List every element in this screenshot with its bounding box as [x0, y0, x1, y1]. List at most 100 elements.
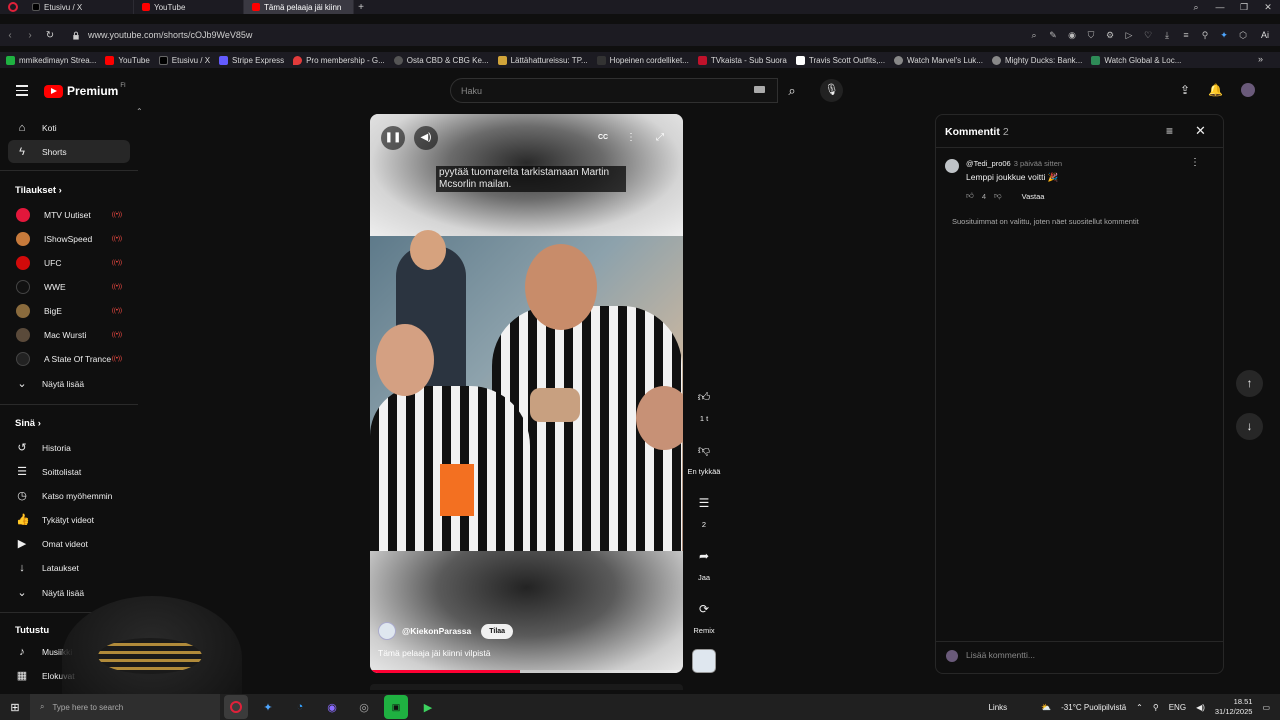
ai-button[interactable]: Ai — [1256, 29, 1274, 41]
chat-app-taskbar-icon[interactable]: ▣ — [384, 695, 408, 719]
sidebar-item-channel[interactable]: IShowSpeed ((•)) — [8, 227, 130, 250]
links-toolbar[interactable]: Links — [988, 703, 1007, 712]
heart-icon[interactable]: ♡ — [1142, 29, 1154, 41]
video-progress-bar[interactable] — [370, 670, 683, 673]
shorts-video-player[interactable]: ❚❚ ◀) CC ⋮ ⤢ pyytää tuomareita tarkistam… — [370, 114, 683, 673]
copilot-taskbar-icon[interactable]: ✦ — [256, 695, 280, 719]
sidebar-item-channel[interactable]: UFC ((•)) — [8, 251, 130, 274]
search-input[interactable]: Haku — [450, 78, 778, 103]
maximize-button[interactable]: ❐ — [1232, 0, 1256, 14]
close-icon[interactable]: ✕ — [1195, 123, 1206, 139]
show-more-you[interactable]: ⌄ Näytä lisää — [8, 581, 130, 604]
next-short-button[interactable]: ↓ — [1236, 413, 1263, 440]
video-title[interactable]: Tämä pelaaja jäi kiinni vilpistä — [378, 648, 490, 658]
search-icon[interactable]: ⌕ — [1028, 29, 1040, 41]
bookmarks-overflow-icon[interactable]: » — [1258, 54, 1263, 64]
reply-button[interactable]: Vastaa — [1022, 192, 1045, 201]
keyboard-icon[interactable] — [754, 86, 765, 93]
reload-button[interactable]: ↻ — [40, 30, 60, 41]
sidebar-item-watch-later[interactable]: ◷ Katso myöhemmin — [8, 484, 130, 507]
bookmark-item[interactable]: Watch Global & Loc... — [1091, 55, 1181, 65]
volume-button[interactable]: ◀) — [414, 126, 438, 150]
clock[interactable]: 18.51 31/12/2025 — [1215, 697, 1253, 717]
bookmark-item[interactable]: Stripe Express — [219, 55, 284, 65]
comment-avatar[interactable] — [945, 159, 959, 173]
notifications-icon[interactable]: ▭ — [1262, 703, 1270, 712]
bookmark-item[interactable]: Travis Scott Outfits,... — [795, 55, 885, 65]
sidebar-item-liked-videos[interactable]: 👍 Tykätyt videot — [8, 508, 130, 531]
browser-tab-x[interactable]: Etusivu / X — [24, 0, 134, 14]
bookmark-item[interactable]: Pro membership - G... — [293, 55, 385, 65]
comments-button[interactable]: ☰ 2 — [684, 490, 724, 529]
browser-tab-youtube[interactable]: YouTube — [134, 0, 244, 14]
more-options-icon[interactable]: ⋮ — [619, 126, 643, 150]
download-icon[interactable]: ⤓ — [1161, 29, 1173, 41]
back-button[interactable]: ‹ — [0, 30, 20, 41]
extension-icon[interactable]: ⚙ — [1104, 29, 1116, 41]
channel-name[interactable]: @KiekonParassa — [402, 626, 471, 636]
previous-short-button[interactable]: ↑ — [1236, 370, 1263, 397]
search-button[interactable]: ⌕ — [778, 78, 806, 103]
comment-more-icon[interactable]: ⋮ — [1190, 157, 1200, 168]
remix-button[interactable]: ⟳ Remix — [684, 596, 724, 635]
bookmark-item[interactable]: mmikedimayn Strea... — [6, 55, 96, 65]
dislike-button[interactable]: 👎︎ En tykkää — [684, 437, 724, 476]
play-app-taskbar-icon[interactable]: ▶ — [416, 695, 440, 719]
windows-start-icon[interactable]: ⊞ — [0, 701, 30, 714]
forward-button[interactable]: › — [20, 30, 40, 41]
comment-time[interactable]: 3 päivää sitten — [1014, 159, 1062, 168]
sidebar-item-your-videos[interactable]: ▶ Omat videot — [8, 532, 130, 555]
add-comment-input[interactable]: Lisää kommentti... — [966, 650, 1035, 660]
subscribe-button[interactable]: Tilaa — [481, 623, 514, 639]
show-more-subscriptions[interactable]: ⌄ Näytä lisää — [8, 372, 130, 395]
bookmark-item[interactable]: TVkaista - Sub Suora — [697, 55, 787, 65]
cube-icon[interactable]: ⬡ — [1237, 29, 1249, 41]
notifications-bell-icon[interactable]: 🔔 — [1208, 83, 1223, 97]
opera-taskbar-icon[interactable] — [224, 695, 248, 719]
menu-icon[interactable]: ≡ — [1180, 29, 1192, 41]
bookmark-item[interactable]: YouTube — [105, 55, 150, 65]
sound-thumbnail[interactable] — [692, 649, 716, 673]
upload-icon[interactable]: ⇪ — [1180, 83, 1190, 97]
weather-text[interactable]: -31°C Puolipilvistä — [1061, 703, 1126, 712]
sidebar-item-history[interactable]: ↺ Historia — [8, 436, 130, 459]
youtube-logo[interactable]: Premium FI — [44, 83, 126, 98]
steam-taskbar-icon[interactable]: ◎ — [352, 695, 376, 719]
channel-avatar[interactable] — [378, 622, 396, 640]
discord-taskbar-icon[interactable]: ◉ — [320, 695, 344, 719]
tray-chevron-icon[interactable]: ⌃ — [1136, 703, 1143, 712]
close-window-button[interactable]: ✕ — [1256, 0, 1280, 14]
taskbar-search[interactable]: ⌕ Type here to search — [30, 694, 220, 720]
bookmark-item[interactable]: Mighty Ducks: Bank... — [991, 55, 1082, 65]
scroll-up-icon[interactable]: ⌃ — [136, 107, 143, 116]
bookmark-item[interactable]: Hopeinen cordelliket... — [596, 55, 689, 65]
pause-button[interactable]: ❚❚ — [381, 126, 405, 150]
profile-icon[interactable]: ⚲ — [1199, 29, 1211, 41]
search-tabs-icon[interactable]: ⌕ — [1184, 0, 1208, 14]
bookmark-item[interactable]: Lättähattureissu: TP... — [497, 55, 588, 65]
speaker-icon[interactable]: ◀) — [1196, 703, 1205, 712]
network-icon[interactable]: ⚲ — [1153, 703, 1159, 712]
thumbs-down-icon[interactable]: 👎︎ — [994, 191, 1002, 201]
sidebar-item-channel[interactable]: Mac Wursti ((•)) — [8, 323, 130, 346]
sidebar-item-channel[interactable]: WWE ((•)) — [8, 275, 130, 298]
microphone-icon[interactable]: 🎙 — [820, 79, 843, 102]
thumbs-up-icon[interactable]: 👍︎ — [966, 191, 974, 201]
camera-icon[interactable]: ◉ — [1066, 29, 1078, 41]
subscriptions-header[interactable]: Tilaukset › — [15, 185, 62, 196]
play-icon[interactable]: ▷ — [1123, 29, 1135, 41]
edit-icon[interactable]: ✎ — [1047, 29, 1059, 41]
fullscreen-icon[interactable]: ⤢ — [648, 126, 672, 150]
like-button[interactable]: 👍︎ 1 t — [684, 384, 724, 423]
ai-sparkle-icon[interactable]: ✦ — [1218, 29, 1230, 41]
language-indicator[interactable]: ENG — [1169, 703, 1186, 712]
bookmark-item[interactable]: Etusivu / X — [158, 55, 210, 65]
sidebar-item-channel[interactable]: A State Of Trance ((•)) — [8, 347, 130, 370]
bookmark-item[interactable]: Osta CBD & CBG Ke... — [393, 55, 489, 65]
comment-author[interactable]: @Tedi_pro06 — [966, 159, 1011, 168]
sidebar-item-shorts[interactable]: ϟ Shorts — [8, 140, 130, 163]
captions-button[interactable]: CC — [591, 126, 615, 150]
opera-logo-icon[interactable] — [8, 2, 18, 12]
bookmark-item[interactable]: Watch Marvel's Luk... — [894, 55, 983, 65]
sidebar-item-channel[interactable]: BigE ((•)) — [8, 299, 130, 322]
